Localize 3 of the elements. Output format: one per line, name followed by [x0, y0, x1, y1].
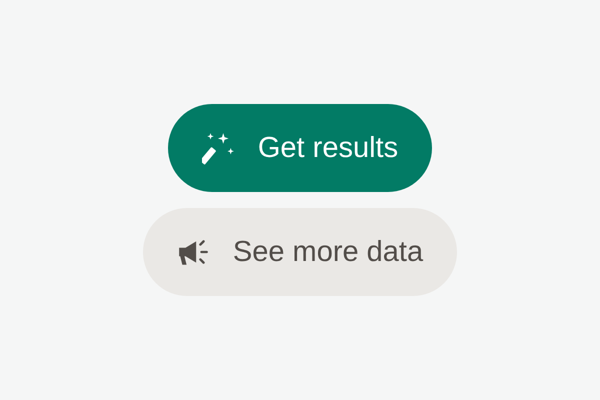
- primary-button[interactable]: Get results: [168, 104, 432, 192]
- secondary-button[interactable]: See more data: [142, 208, 458, 296]
- magic-wand-icon: [202, 131, 236, 165]
